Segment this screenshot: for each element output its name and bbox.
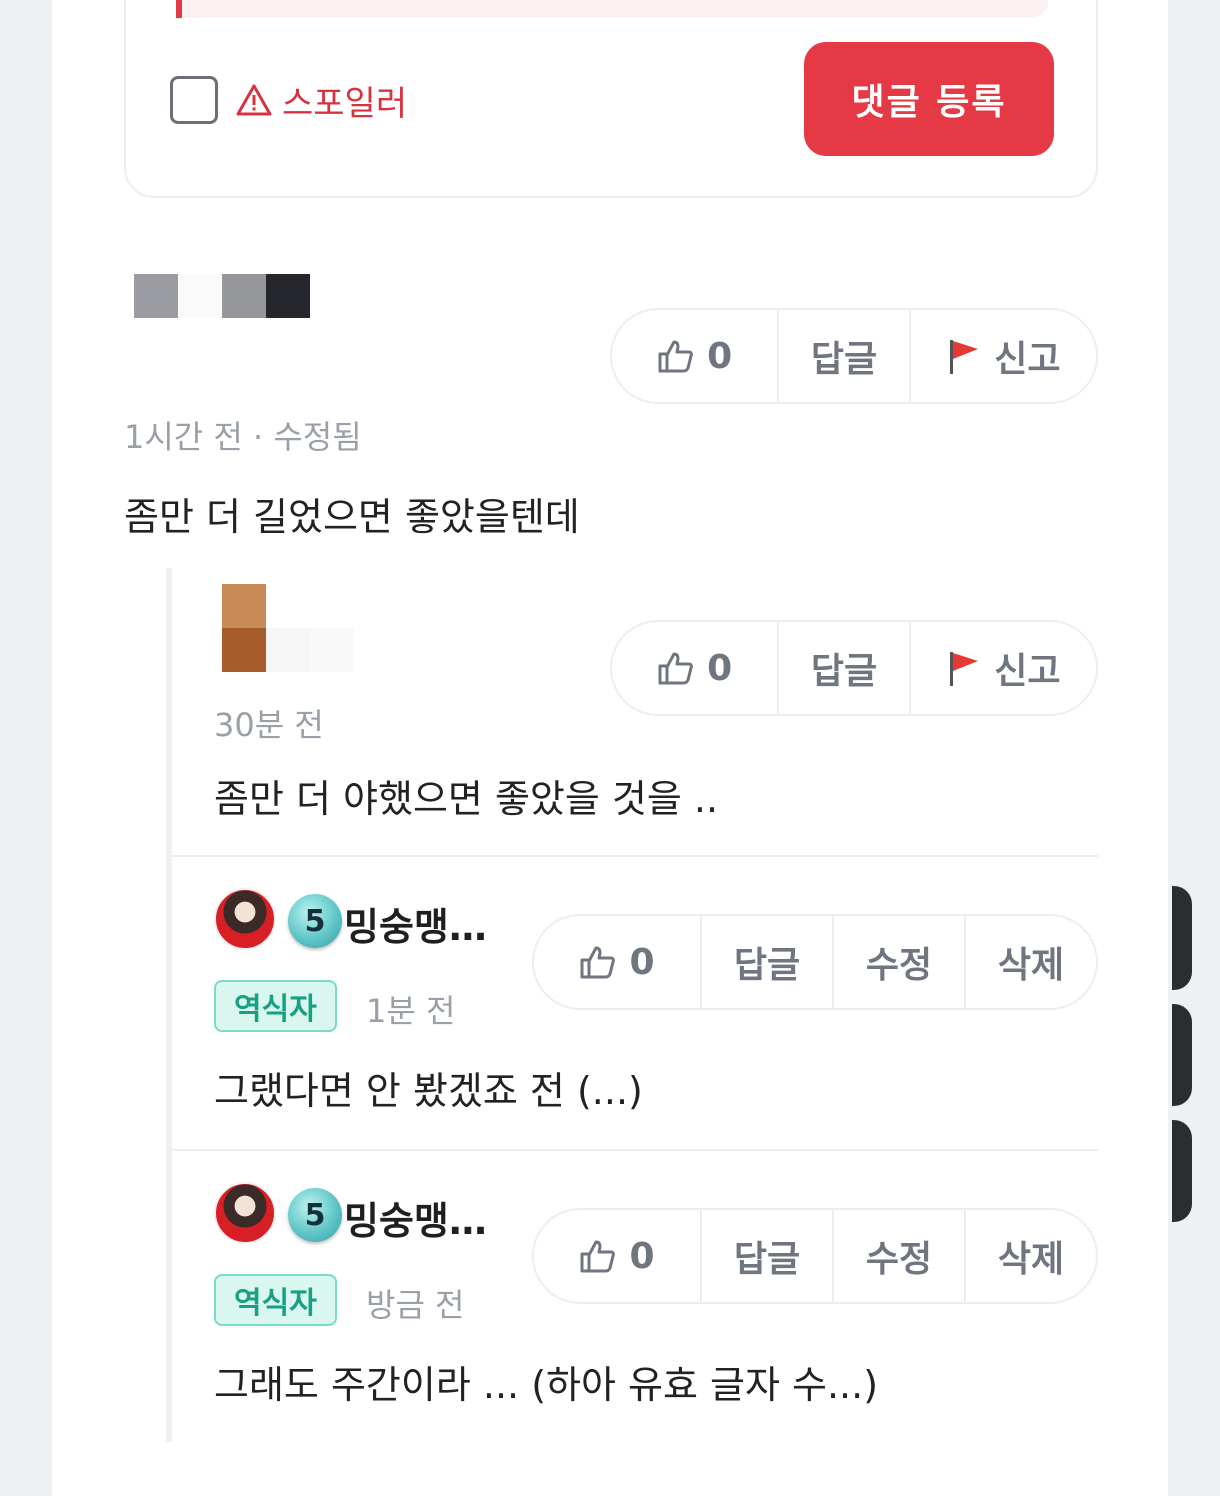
reply-actions: 0 답글 수정 삭제	[532, 1208, 1098, 1304]
role-badge: 역식자	[214, 980, 337, 1032]
reply-time: 30분 전	[214, 706, 324, 744]
floating-side-tab[interactable]	[1172, 1004, 1192, 1106]
reply-actions: 0 답글 신고	[610, 620, 1098, 716]
like-button[interactable]: 0	[534, 916, 702, 1008]
red-flag-icon	[946, 649, 982, 687]
spoiler-label[interactable]: 스포일러	[236, 76, 407, 124]
comment-content: 좀만 더 길었으면 좋았을텐데	[124, 495, 580, 539]
report-label: 신고	[994, 339, 1061, 380]
floating-side-tab[interactable]	[1172, 886, 1192, 990]
red-flag-icon	[946, 337, 982, 375]
comment-composer: 스포일러 댓글 등록	[124, 0, 1098, 198]
like-button[interactable]: 0	[534, 1210, 702, 1302]
delete-button[interactable]: 삭제	[966, 1210, 1096, 1302]
like-count: 0	[629, 941, 655, 983]
username[interactable]: 밍숭맹…	[344, 1190, 487, 1245]
comment-actions: 0 답글 신고	[610, 308, 1098, 404]
report-label: 신고	[994, 651, 1061, 692]
floating-side-tab[interactable]	[1172, 1120, 1192, 1222]
reply-content: 그래도 주간이라 ... (하아 유효 글자 수...)	[214, 1363, 879, 1407]
reply-button[interactable]: 답글	[702, 916, 834, 1008]
thumbs-up-icon	[579, 1239, 617, 1273]
edit-button[interactable]: 수정	[834, 1210, 966, 1302]
report-button[interactable]: 신고	[911, 622, 1096, 714]
reply-divider	[172, 855, 1098, 857]
reply-button[interactable]: 답글	[779, 622, 911, 714]
avatar[interactable]	[214, 1182, 276, 1244]
like-button[interactable]: 0	[612, 622, 780, 714]
username[interactable]: 밍숭맹…	[344, 896, 487, 951]
thumbs-up-icon	[579, 945, 617, 979]
reply-actions: 0 답글 수정 삭제	[532, 914, 1098, 1010]
submit-comment-button[interactable]: 댓글 등록	[804, 42, 1054, 156]
avatar[interactable]	[214, 888, 276, 950]
warning-icon	[236, 83, 272, 117]
spoiler-text: 스포일러	[282, 83, 408, 124]
like-count: 0	[629, 1235, 655, 1277]
reply-content: 그랬다면 안 봤겠죠 전 (...)	[214, 1069, 643, 1113]
like-button[interactable]: 0	[612, 310, 780, 402]
thumbs-up-icon	[657, 651, 695, 685]
reply-content: 좀만 더 야했으면 좋았을 것을 ..	[214, 777, 719, 821]
reply-button[interactable]: 답글	[779, 310, 911, 402]
reply-divider	[172, 1149, 1098, 1151]
report-button[interactable]: 신고	[911, 310, 1096, 402]
reply-time: 1분 전	[366, 992, 456, 1030]
comment-textarea[interactable]	[176, 0, 1048, 18]
reply-button[interactable]: 답글	[702, 1210, 834, 1302]
comment-section: 스포일러 댓글 등록 0 답글 신고 1시간 전 · 수정됨 좀만 더 길었으면…	[52, 0, 1168, 1496]
reply-thread-line	[166, 568, 172, 1442]
role-badge: 역식자	[214, 1274, 337, 1326]
reply-time: 방금 전	[366, 1286, 465, 1324]
thumbs-up-icon	[657, 339, 695, 373]
level-badge: 5	[288, 894, 342, 948]
like-count: 0	[707, 335, 733, 377]
edit-button[interactable]: 수정	[834, 916, 966, 1008]
comment-time: 1시간 전 · 수정됨	[124, 418, 362, 456]
delete-button[interactable]: 삭제	[966, 916, 1096, 1008]
like-count: 0	[707, 647, 733, 689]
spoiler-checkbox[interactable]	[170, 76, 218, 124]
level-badge: 5	[288, 1188, 342, 1242]
